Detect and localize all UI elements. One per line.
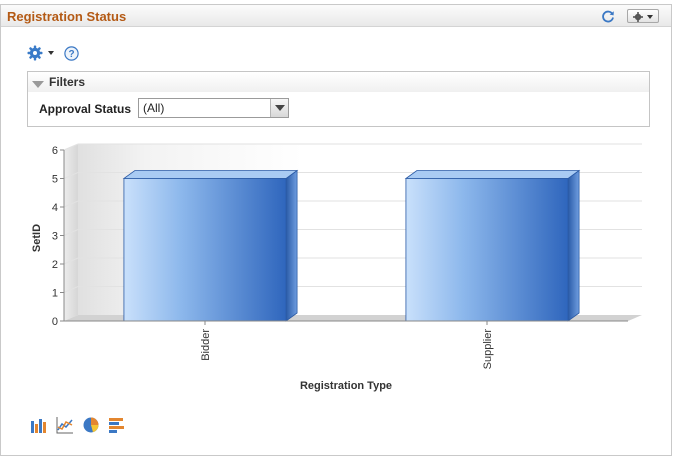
y-axis-label: SetID bbox=[31, 224, 43, 252]
chevron-down-icon bbox=[647, 15, 653, 19]
y-tick-label: 4 bbox=[52, 202, 58, 214]
chevron-down-icon bbox=[275, 105, 285, 111]
x-tick-label: Bidder bbox=[200, 329, 212, 361]
chevron-down-icon bbox=[48, 51, 54, 55]
bar-top bbox=[122, 170, 299, 179]
pagelet-title: Registration Status bbox=[7, 9, 127, 24]
line-chart-icon[interactable] bbox=[56, 416, 74, 434]
bar-side bbox=[567, 169, 580, 322]
y-tick-label: 2 bbox=[52, 259, 58, 271]
bar-chart: 0 1 2 3 4 5 6 Bidder Supplier SetID Registration… bbox=[31, 143, 642, 392]
bar-front bbox=[405, 178, 569, 322]
approval-status-value: (All) bbox=[143, 101, 165, 115]
pagelet-header: Registration Status bbox=[1, 5, 671, 27]
y-tick-label: 3 bbox=[52, 231, 58, 243]
options-button[interactable] bbox=[27, 44, 57, 62]
bar-chart-icon[interactable] bbox=[30, 416, 48, 434]
approval-status-select[interactable]: (All) bbox=[138, 98, 289, 118]
pie-chart-icon[interactable] bbox=[82, 416, 100, 434]
y-tick-label: 1 bbox=[52, 288, 58, 300]
bar-side bbox=[285, 169, 298, 322]
x-tick-label: Supplier bbox=[482, 329, 494, 370]
help-icon[interactable]: ? bbox=[64, 46, 79, 61]
filters-header[interactable]: Filters bbox=[28, 72, 649, 92]
gear-icon bbox=[27, 45, 43, 61]
bar-front bbox=[123, 178, 287, 322]
svg-text:?: ? bbox=[68, 49, 74, 60]
pagelet-actions-button[interactable] bbox=[627, 9, 659, 23]
refresh-icon[interactable] bbox=[601, 9, 615, 23]
y-tick-label: 6 bbox=[52, 145, 58, 157]
x-axis-label: Registration Type bbox=[300, 380, 392, 392]
bar-bidder[interactable] bbox=[122, 169, 299, 322]
horizontal-bar-chart-icon[interactable] bbox=[108, 416, 126, 434]
y-tick-label: 5 bbox=[52, 174, 58, 186]
select-arrow[interactable] bbox=[270, 99, 288, 117]
approval-status-label: Approval Status bbox=[39, 102, 132, 116]
y-tick-label: 0 bbox=[52, 316, 58, 328]
bar-supplier[interactable] bbox=[404, 169, 581, 322]
gear-icon bbox=[633, 12, 643, 22]
filters-title: Filters bbox=[49, 75, 86, 89]
bar-top bbox=[404, 170, 581, 179]
triangle-down-icon[interactable] bbox=[32, 78, 44, 92]
filters-group: Filters Approval Status (All) bbox=[27, 71, 650, 127]
